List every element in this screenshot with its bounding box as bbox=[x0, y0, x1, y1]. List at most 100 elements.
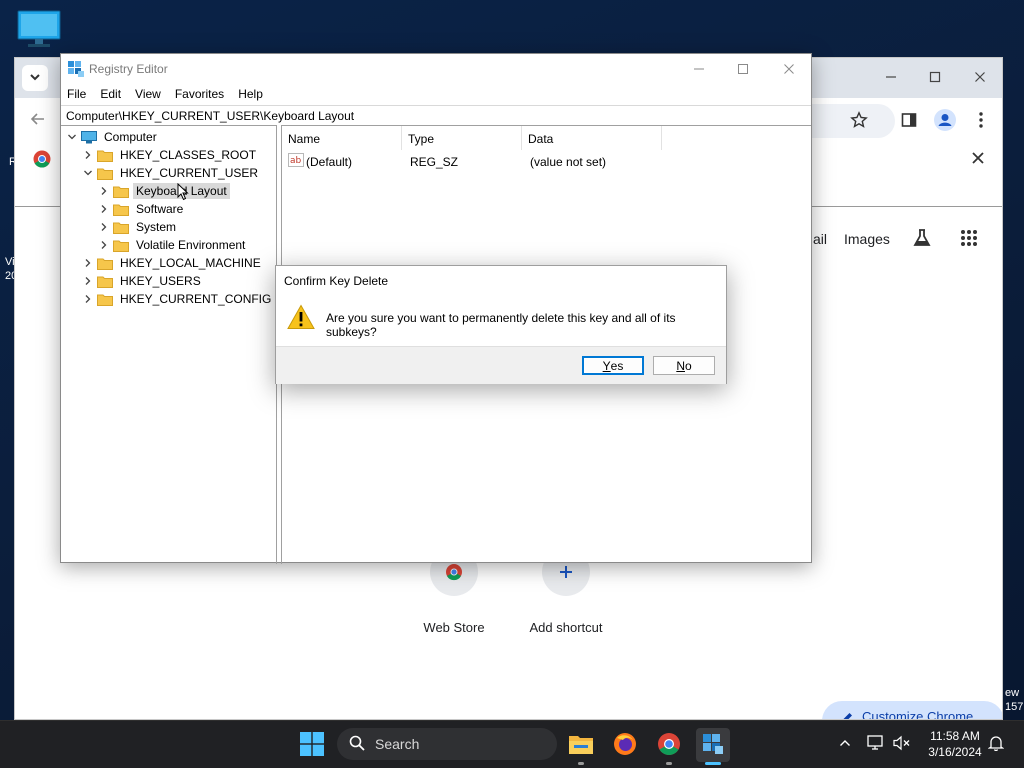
star-icon bbox=[850, 110, 868, 132]
taskbar-clock[interactable]: 11:58 AM 3/16/2024 bbox=[920, 728, 990, 760]
chevron-down-icon[interactable] bbox=[65, 130, 79, 144]
gmail-link[interactable]: ail bbox=[813, 231, 827, 247]
tree-item-software[interactable]: Software bbox=[97, 200, 186, 218]
chevron-right-icon[interactable] bbox=[97, 184, 111, 198]
images-link[interactable]: Images bbox=[844, 231, 890, 247]
dialog-title: Confirm Key Delete bbox=[284, 274, 389, 288]
menu-file[interactable]: File bbox=[67, 84, 86, 104]
running-indicator bbox=[666, 762, 672, 765]
regedit-close-button[interactable] bbox=[775, 58, 803, 80]
tree-item-label: Volatile Environment bbox=[136, 238, 246, 252]
chevron-down-icon[interactable] bbox=[81, 166, 95, 180]
yes-button[interactable]: Yes bbox=[582, 356, 644, 375]
key-tree: Computer HKEY_CLASSES_ROOT HKEY_CURRENT_… bbox=[61, 125, 277, 564]
network-icon bbox=[867, 734, 885, 754]
back-button[interactable] bbox=[27, 110, 49, 132]
dialog-footer: Yes No bbox=[276, 346, 726, 384]
side-panel-button[interactable] bbox=[896, 108, 922, 134]
value-type: REG_SZ bbox=[410, 155, 459, 169]
chrome-close-button[interactable] bbox=[968, 66, 992, 90]
regedit-maximize-button[interactable] bbox=[729, 58, 757, 80]
apps-button[interactable] bbox=[956, 226, 982, 252]
tree-item-keyboard-layout[interactable]: Keyboard Layout bbox=[97, 182, 230, 200]
network-tray-button[interactable] bbox=[866, 734, 886, 754]
chrome-minimize-button[interactable] bbox=[879, 66, 903, 90]
no-label-rest: o bbox=[684, 358, 692, 373]
menu-bar: File Edit View Favorites Help bbox=[61, 84, 811, 104]
taskbar-search-box[interactable]: Search bbox=[337, 728, 557, 760]
registry-editor-icon bbox=[702, 733, 724, 758]
taskbar-chrome[interactable] bbox=[652, 728, 686, 762]
regedit-minimize-button[interactable] bbox=[685, 58, 713, 80]
close-icon bbox=[974, 70, 986, 87]
bell-icon bbox=[987, 735, 1005, 754]
tree-item-hkey-classes-root[interactable]: HKEY_CLASSES_ROOT bbox=[81, 146, 259, 164]
menu-view[interactable]: View bbox=[135, 84, 161, 104]
no-button[interactable]: No bbox=[653, 356, 715, 375]
chrome-maximize-button[interactable] bbox=[923, 66, 947, 90]
infobar-close-button[interactable] bbox=[965, 146, 991, 172]
menu-edit[interactable]: Edit bbox=[100, 84, 121, 104]
apps-grid-icon bbox=[960, 229, 978, 250]
windows-logo-icon bbox=[300, 732, 324, 759]
chrome-menu-button[interactable] bbox=[968, 108, 994, 134]
column-header-data[interactable]: Data bbox=[522, 126, 662, 150]
tree-item-computer[interactable]: Computer bbox=[65, 128, 160, 146]
chevron-right-icon[interactable] bbox=[81, 256, 95, 270]
volume-tray-button[interactable] bbox=[892, 734, 912, 754]
show-hidden-icons-button[interactable] bbox=[835, 734, 855, 754]
close-icon bbox=[784, 62, 794, 77]
chevron-right-icon[interactable] bbox=[97, 202, 111, 216]
clock-time: 11:58 AM bbox=[930, 729, 980, 743]
window-title: Registry Editor bbox=[89, 62, 168, 76]
folder-icon bbox=[113, 203, 129, 216]
notifications-button[interactable] bbox=[986, 734, 1006, 754]
tree-item-label: HKEY_USERS bbox=[120, 274, 201, 288]
shortcut-label: Web Store bbox=[423, 620, 485, 635]
this-pc-icon[interactable] bbox=[16, 10, 62, 50]
taskbar-firefox[interactable] bbox=[608, 728, 642, 762]
tree-item-label: Computer bbox=[104, 130, 157, 144]
column-header-type[interactable]: Type bbox=[402, 126, 522, 150]
tree-item-label: HKEY_CURRENT_CONFIG bbox=[120, 292, 272, 306]
chevron-right-icon[interactable] bbox=[97, 220, 111, 234]
profile-button[interactable] bbox=[932, 108, 958, 134]
chrome-icon bbox=[657, 732, 681, 759]
customize-chrome-button[interactable]: Customize Chrome bbox=[822, 701, 1002, 720]
labs-button[interactable] bbox=[909, 226, 935, 252]
value-row[interactable]: ab (Default) REG_SZ (value not set) bbox=[282, 152, 811, 170]
dialog-message: Are you sure you want to permanently del… bbox=[326, 311, 676, 339]
menu-help[interactable]: Help bbox=[238, 84, 263, 104]
chevron-right-icon[interactable] bbox=[81, 148, 95, 162]
regedit-titlebar[interactable]: Registry Editor bbox=[61, 54, 811, 84]
folder-icon bbox=[97, 167, 113, 180]
chevron-right-icon[interactable] bbox=[81, 274, 95, 288]
firefox-icon bbox=[613, 732, 637, 759]
tree-item-hkey-current-config[interactable]: HKEY_CURRENT_CONFIG bbox=[81, 290, 274, 308]
tree-item-volatile-environment[interactable]: Volatile Environment bbox=[97, 236, 248, 254]
arrow-left-icon bbox=[30, 111, 46, 132]
bookmark-star-button[interactable] bbox=[846, 108, 872, 134]
tree-item-hkey-users[interactable]: HKEY_USERS bbox=[81, 272, 204, 290]
start-button[interactable] bbox=[300, 732, 324, 756]
pencil-icon bbox=[840, 711, 854, 719]
search-icon bbox=[349, 735, 365, 754]
desktop-edge-text: 157 bbox=[1005, 701, 1024, 713]
tree-item-hkey-local-machine[interactable]: HKEY_LOCAL_MACHINE bbox=[81, 254, 264, 272]
customize-chrome-label: Customize Chrome bbox=[862, 709, 974, 720]
tree-item-hkey-current-user[interactable]: HKEY_CURRENT_USER bbox=[81, 164, 261, 182]
address-bar[interactable]: Computer\HKEY_CURRENT_USER\Keyboard Layo… bbox=[61, 105, 811, 125]
folder-icon bbox=[97, 275, 113, 288]
menu-favorites[interactable]: Favorites bbox=[175, 84, 224, 104]
clock-date: 3/16/2024 bbox=[928, 745, 982, 759]
tree-item-system[interactable]: System bbox=[97, 218, 179, 236]
taskbar-registry-editor[interactable] bbox=[696, 728, 730, 762]
taskbar-file-explorer[interactable] bbox=[564, 728, 598, 762]
chevron-right-icon[interactable] bbox=[81, 292, 95, 306]
column-header-name[interactable]: Name bbox=[282, 126, 402, 150]
tab-search-button[interactable] bbox=[22, 65, 48, 91]
chevron-down-icon bbox=[29, 71, 41, 86]
chevron-right-icon[interactable] bbox=[97, 238, 111, 252]
value-name: (Default) bbox=[306, 155, 353, 169]
tree-item-label: System bbox=[136, 220, 177, 234]
